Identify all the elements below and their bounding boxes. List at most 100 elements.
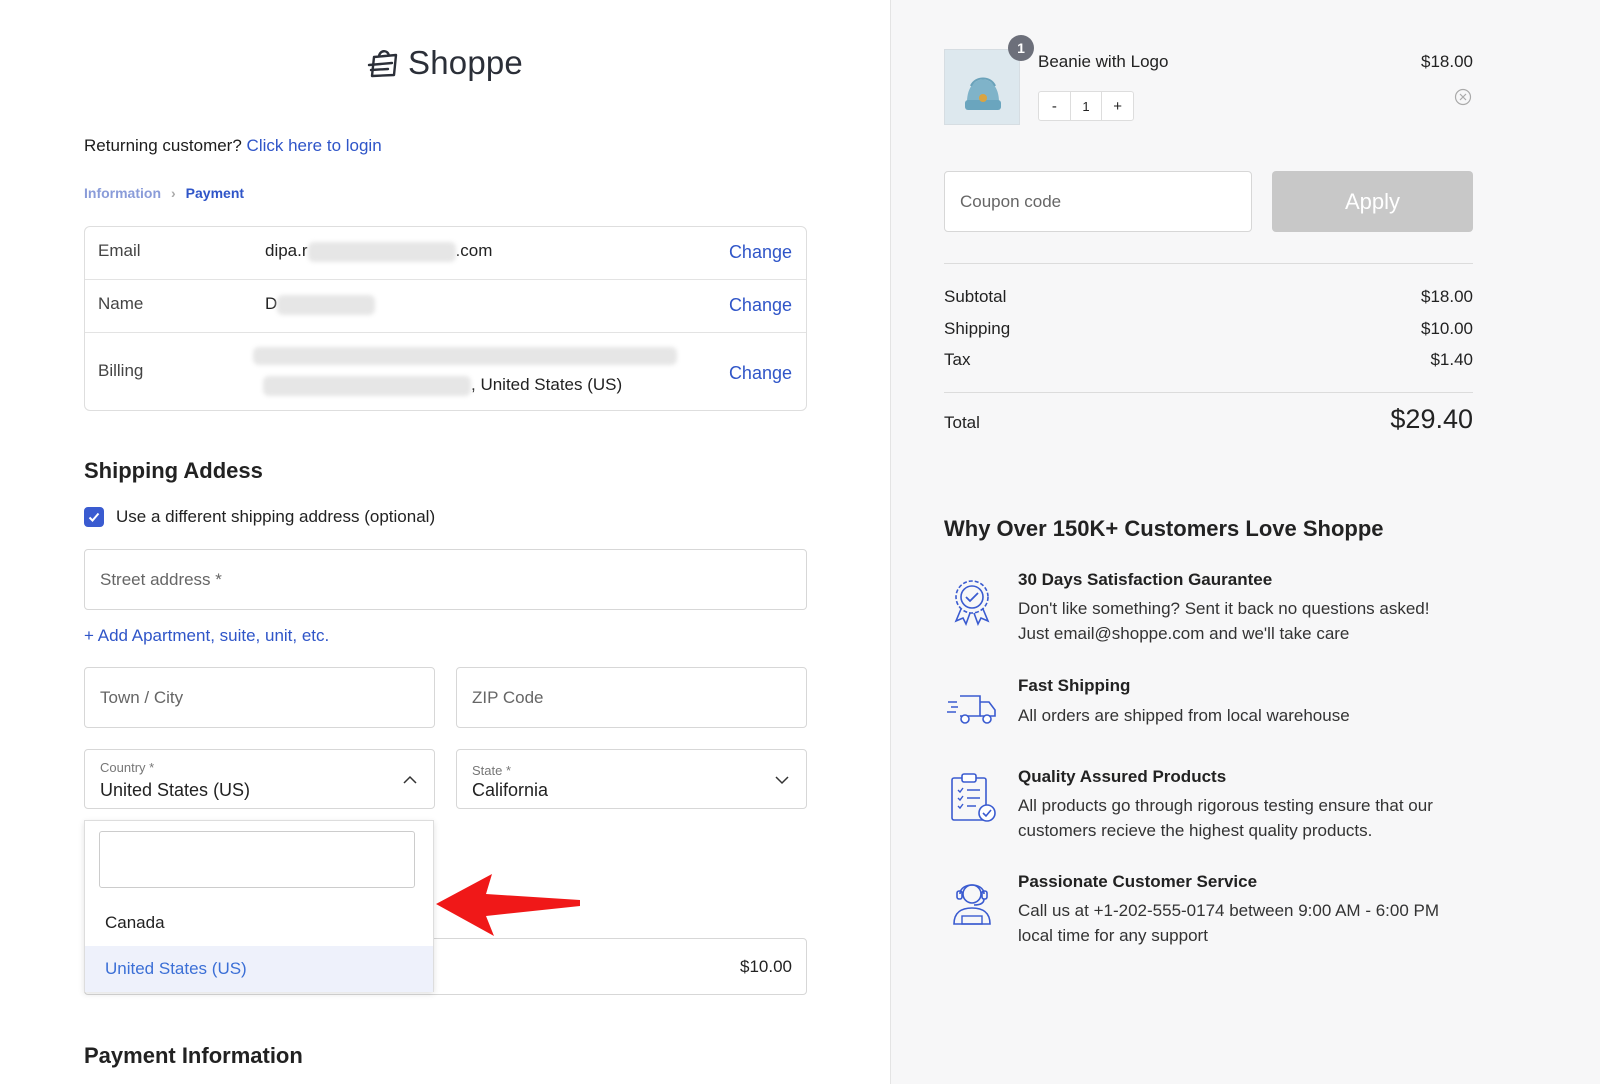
checkout-form-panel: Shoppe Returning customer? Click here to… bbox=[0, 0, 890, 1084]
headset-agent-icon bbox=[953, 884, 991, 925]
login-link[interactable]: Click here to login bbox=[247, 136, 382, 155]
feature-title: 30 Days Satisfaction Gaurantee bbox=[1018, 570, 1273, 589]
plus-icon: + bbox=[84, 626, 94, 645]
street-address-field[interactable] bbox=[84, 549, 807, 610]
feature-description-line: All products go through rigorous testing… bbox=[1018, 796, 1433, 815]
feature-title: Passionate Customer Service bbox=[1018, 872, 1258, 891]
feature-description-line: Call us at +1-202-555-0174 between 9:00 … bbox=[1018, 901, 1440, 920]
zip-field[interactable] bbox=[456, 667, 807, 728]
country-value: United States (US) bbox=[100, 780, 251, 800]
feature-description-line: All orders are shipped from local wareho… bbox=[1018, 706, 1350, 725]
country-search-input[interactable] bbox=[99, 831, 415, 888]
feature-description: All orders are shipped from local wareho… bbox=[1018, 703, 1468, 728]
zip-input[interactable] bbox=[457, 668, 806, 727]
country-option-us[interactable]: United States (US) bbox=[85, 946, 433, 992]
country-option-canada[interactable]: Canada bbox=[85, 900, 433, 946]
email-value: dipa.r .com bbox=[265, 241, 492, 262]
coupon-field[interactable] bbox=[944, 171, 1252, 232]
add-apartment-label: Add Apartment, suite, unit, etc. bbox=[97, 626, 330, 645]
remove-item-icon[interactable] bbox=[1454, 88, 1472, 106]
country-select[interactable]: Country * United States (US) bbox=[84, 749, 435, 809]
brand-name: Shoppe bbox=[408, 44, 523, 81]
apply-coupon-button[interactable]: Apply bbox=[1272, 171, 1473, 232]
payment-information-heading: Payment Information bbox=[84, 1043, 303, 1068]
total-label: Total bbox=[944, 413, 980, 432]
chevron-right-icon: › bbox=[171, 185, 176, 201]
city-field[interactable] bbox=[84, 667, 435, 728]
subtotal-label: Subtotal bbox=[944, 287, 1007, 306]
red-arrow-annotation-icon bbox=[436, 874, 580, 936]
billing-country: , United States (US) bbox=[471, 375, 623, 394]
returning-customer-text: Returning customer? Click here to login bbox=[84, 136, 382, 156]
state-select[interactable]: State * California bbox=[456, 749, 807, 809]
chevron-down-icon bbox=[775, 776, 789, 785]
state-value: California bbox=[472, 780, 549, 800]
summary-row-name: Name D Change bbox=[85, 280, 806, 333]
beanie-image-icon bbox=[965, 77, 1001, 110]
feature-description-line: Just email@shoppe.com and we'll take car… bbox=[1018, 624, 1350, 643]
change-email-link[interactable]: Change bbox=[729, 242, 792, 263]
name-label: Name bbox=[98, 294, 144, 313]
tax-label: Tax bbox=[944, 350, 971, 369]
shoppe-logo[interactable]: Shoppe bbox=[366, 44, 523, 82]
email-prefix: dipa.r bbox=[265, 241, 308, 260]
redacted-blur bbox=[253, 347, 677, 365]
name-prefix: D bbox=[265, 294, 278, 313]
divider bbox=[944, 392, 1473, 393]
street-address-input[interactable] bbox=[85, 550, 806, 609]
email-label: Email bbox=[98, 241, 141, 260]
country-label: Country * bbox=[100, 760, 155, 775]
name-value: D bbox=[265, 294, 376, 315]
tax-value: $1.40 bbox=[1430, 350, 1473, 369]
redacted-blur bbox=[263, 375, 471, 396]
feature-description: All products go through rigorous testing… bbox=[1018, 793, 1468, 843]
shopping-bag-icon bbox=[367, 50, 398, 78]
product-name: Beanie with Logo bbox=[1038, 52, 1169, 71]
different-address-checkbox[interactable]: Use a different shipping address (option… bbox=[84, 507, 435, 527]
email-suffix: .com bbox=[455, 241, 493, 260]
checkbox-checked-icon[interactable] bbox=[84, 507, 104, 527]
redacted-blur bbox=[277, 294, 376, 315]
checkbox-label: Use a different shipping address (option… bbox=[116, 507, 436, 526]
feature-description: Call us at +1-202-555-0174 between 9:00 … bbox=[1018, 898, 1468, 948]
breadcrumb-information[interactable]: Information bbox=[84, 185, 161, 201]
feature-description-line: Don't like something? Sent it back no qu… bbox=[1018, 599, 1430, 618]
feature-description-line: customers recieve the highest quality pr… bbox=[1018, 821, 1373, 840]
shipping-label: Shipping bbox=[944, 319, 1011, 338]
product-thumbnail[interactable] bbox=[944, 49, 1020, 125]
billing-label: Billing bbox=[98, 361, 144, 380]
fast-truck-icon bbox=[947, 695, 996, 724]
coupon-input[interactable] bbox=[945, 172, 1251, 231]
quantity-value[interactable]: 1 bbox=[1069, 92, 1103, 120]
breadcrumb-payment: Payment bbox=[185, 185, 245, 201]
chevron-up-icon bbox=[403, 775, 417, 784]
customer-summary-box: Email dipa.r .com Change Name D Change Bi… bbox=[84, 226, 807, 411]
shipping-method-cost: $10.00 bbox=[740, 957, 792, 976]
city-input[interactable] bbox=[85, 668, 434, 727]
redacted-blur bbox=[307, 241, 456, 262]
returning-prompt: Returning customer? bbox=[84, 136, 242, 155]
product-price: $18.00 bbox=[1421, 52, 1473, 71]
badge-check-icon bbox=[954, 580, 990, 627]
decrease-quantity-button[interactable]: - bbox=[1039, 92, 1070, 120]
clipboard-check-icon bbox=[951, 773, 996, 822]
why-customers-heading: Why Over 150K+ Customers Love Shoppe bbox=[944, 516, 1384, 541]
change-name-link[interactable]: Change bbox=[729, 295, 792, 316]
increase-quantity-button[interactable]: + bbox=[1102, 92, 1133, 120]
total-value: $29.40 bbox=[1390, 404, 1473, 434]
breadcrumb: Information › Payment bbox=[84, 185, 244, 201]
add-apartment-link[interactable]: + Add Apartment, suite, unit, etc. bbox=[84, 626, 329, 646]
shipping-address-heading: Shipping Addess bbox=[84, 458, 263, 483]
feature-description-line: local time for any support bbox=[1018, 926, 1208, 945]
state-label: State * bbox=[472, 763, 512, 778]
cart-quantity-badge: 1 bbox=[1008, 35, 1034, 61]
quantity-stepper[interactable]: - 1 + bbox=[1038, 91, 1134, 121]
shipping-value: $10.00 bbox=[1421, 319, 1473, 338]
country-dropdown: Canada United States (US) bbox=[84, 820, 434, 992]
billing-value: , United States (US) bbox=[263, 375, 622, 396]
divider bbox=[944, 263, 1473, 264]
summary-row-email: Email dipa.r .com Change bbox=[85, 227, 806, 280]
feature-title: Quality Assured Products bbox=[1018, 767, 1227, 786]
change-billing-link[interactable]: Change bbox=[729, 363, 792, 384]
summary-row-billing: Billing , United States (US) Change bbox=[85, 333, 806, 412]
